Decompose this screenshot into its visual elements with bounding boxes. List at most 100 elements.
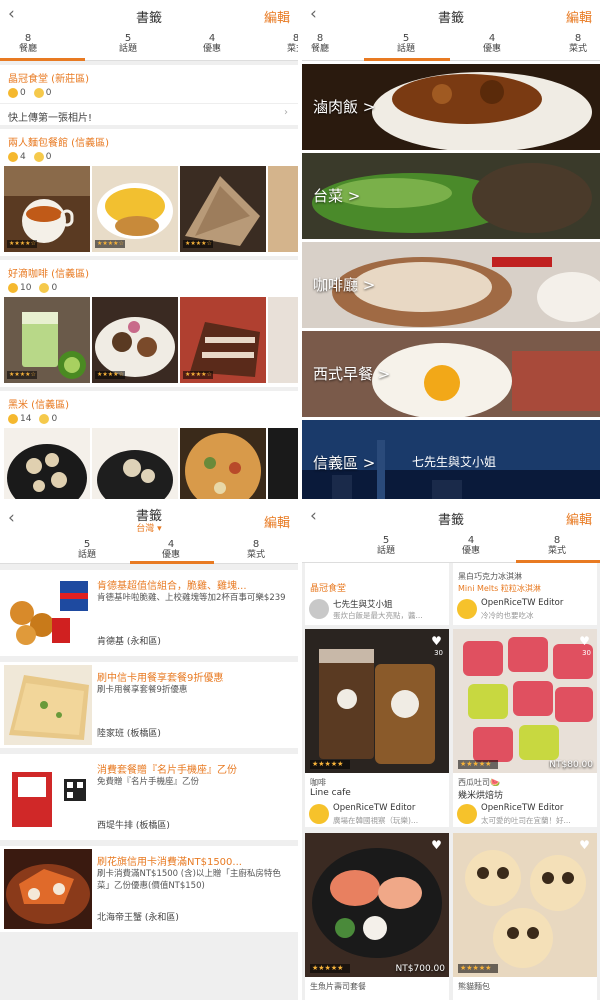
dish-card[interactable]: ♥ 30 ★★★★★ NT$80.00 西瓜吐司🍉 幾米烘焙坊 OpenRice… <box>453 629 597 827</box>
restaurant-name[interactable]: 好滴咖啡 (信義區) <box>0 260 298 280</box>
tab-topics[interactable]: 5 話題 <box>88 33 168 55</box>
dish-photo[interactable]: ♥ 30 ★★★★★ NT$80.00 <box>453 629 597 773</box>
food-photo-sandwich[interactable]: ★★★★☆ <box>180 166 266 252</box>
dish-restaurant[interactable]: Line cafe <box>310 788 351 798</box>
food-photo-cake[interactable]: ★★★★☆ <box>180 297 266 383</box>
dish-grid: 晶冠食堂 七先生與艾小姐 蛋炊白飯是最大亮點，醬... 黑白巧克力冰淇淋 Min… <box>302 563 600 1000</box>
user-comment: 太可愛的吐司在宜蘭！好... <box>481 816 571 825</box>
restaurant-card[interactable]: 好滴咖啡 (信義區) 10 0 ★★★★☆ ★★★★☆ ★★★★☆ <box>0 260 298 387</box>
dish-photo[interactable]: ♥ ★★★★★ <box>453 833 597 977</box>
dish-name: 生魚片壽司套餐 <box>310 982 366 991</box>
deal-title: 刷花旗信用卡消費滿NT$1500... <box>97 857 242 868</box>
smile-count: 0 <box>20 88 26 98</box>
food-photo-greentea[interactable]: ★★★★☆ <box>4 297 90 383</box>
topic-label: 台菜 > <box>313 187 361 205</box>
restaurant-name[interactable]: 黑米 (信義區) <box>0 391 298 411</box>
dish-restaurant[interactable]: 幾米烘焙坊 <box>458 788 503 801</box>
dish-photo[interactable]: ♥ ★★★★★ NT$700.00 <box>305 833 449 977</box>
dish-price: NT$80.00 <box>549 760 593 770</box>
deal-shop[interactable]: 西堤牛排 (板橋區) <box>97 818 170 831</box>
tab-deals[interactable]: 4 優惠 <box>431 535 511 557</box>
tab-restaurants[interactable]: 8餐廳 <box>0 33 68 55</box>
dish-card[interactable]: ♥ ★★★★★ NT$700.00 生魚片壽司套餐 <box>305 833 449 1000</box>
photo-strip[interactable]: ★★★★☆ ★★★★☆ ★★★★☆ <box>0 428 298 499</box>
topic-label: 咖啡廳 > <box>313 276 376 294</box>
nav-header: ‹ 書籤 台灣 ▾ 編輯 <box>0 502 298 536</box>
deal-image <box>4 849 92 929</box>
heart-icon[interactable]: ♥ <box>578 839 591 851</box>
dish-card[interactable]: 黑白巧克力冰淇淋 Mini Melts 粒粒冰淇淋 OpenRiceTW Edi… <box>453 563 597 625</box>
dish-user: 七先生與艾小姐 蛋炊白飯是最大亮點，醬... <box>309 597 449 623</box>
heart-icon[interactable]: ♥ <box>430 839 443 851</box>
tab-topics[interactable]: 5 話題 <box>346 535 426 557</box>
food-photo-tea[interactable]: ★★★★☆ <box>4 166 90 252</box>
edit-button[interactable]: 編輯 <box>264 7 290 26</box>
upload-first-photo-row[interactable]: 快上傳第一張相片! › <box>0 103 298 125</box>
food-photo-black-rice[interactable]: ★★★★☆ <box>4 428 90 499</box>
tab-dishes[interactable]: 8菜式 <box>517 535 597 557</box>
food-photo-squid-rice[interactable]: ★★★★☆ <box>92 428 178 499</box>
topic-card-taiwanese-cuisine[interactable]: 台菜 > <box>302 153 600 239</box>
topic-card-cafe[interactable]: 咖啡廳 > <box>302 242 600 328</box>
tab-restaurants[interactable]: 8餐廳 <box>302 33 360 55</box>
deal-shop[interactable]: 北海帝王蟹 (永和區) <box>97 910 179 923</box>
deal-title: 消費套餐贈『名片手機座』乙份 <box>97 765 237 776</box>
deal-card[interactable]: 刷中信卡用餐享套餐9折優惠 刷卡用餐享套餐9折優惠 陸家班 (板橋區) <box>0 662 298 748</box>
active-tab-indicator <box>364 58 450 61</box>
edit-button[interactable]: 編輯 <box>264 512 290 531</box>
deal-shop[interactable]: 肯德基 (永和區) <box>97 634 161 647</box>
dish-card[interactable]: ♥ ★★★★★ 熊貓麵包 <box>453 833 597 1000</box>
smile-count: 4 <box>20 152 26 162</box>
edit-button[interactable]: 編輯 <box>566 509 592 528</box>
food-photo-pizza[interactable]: ★★★★☆ <box>180 428 266 499</box>
restaurant-name[interactable]: 晶冠食堂 (新莊區) <box>0 65 298 85</box>
deal-card[interactable]: 消費套餐贈『名片手機座』乙份 免費贈『名片手機座』乙份 西堤牛排 (板橋區) <box>0 754 298 840</box>
tab-deals[interactable]: 4 優惠 <box>452 33 532 55</box>
dish-name: 西瓜吐司🍉 <box>458 778 500 787</box>
restaurant-card[interactable]: 晶冠食堂 (新莊區) 0 0 快上傳第一張相片! › <box>0 65 298 125</box>
tab-topics[interactable]: 5 話題 <box>47 539 127 561</box>
dish-restaurant[interactable]: 晶冠食堂 <box>310 581 346 594</box>
food-photo-partial[interactable] <box>268 166 298 252</box>
tab-restaurants[interactable]: 8餐廳 <box>302 535 308 557</box>
tab-dishes[interactable]: 8菜式 <box>256 33 298 55</box>
user-name: OpenRiceTW Editor <box>333 803 416 813</box>
tab-restaurants[interactable]: 8餐廳 <box>0 539 4 561</box>
tab-dishes[interactable]: 8菜式 <box>216 539 296 561</box>
tab-topics[interactable]: 5 話題 <box>366 33 446 55</box>
food-photo-partial[interactable] <box>268 428 298 499</box>
topic-card-braised-pork-rice[interactable]: 滷肉飯 > <box>302 64 600 150</box>
restaurant-name[interactable]: 兩人麵包餐館 (信義區) <box>0 129 298 149</box>
food-photo-omelette[interactable]: ★★★★☆ <box>92 166 178 252</box>
region-selector[interactable]: 台灣 ▾ <box>0 521 298 534</box>
food-photo-dessert-plate[interactable]: ★★★★☆ <box>92 297 178 383</box>
edit-button[interactable]: 編輯 <box>566 7 592 26</box>
food-photo-partial[interactable] <box>268 297 298 383</box>
restaurants-screen: ‹ 書籤 編輯 8餐廳 5話題 4優惠 8菜式 晶冠食堂 (新莊區) 0 0 快… <box>0 0 298 499</box>
tab-count: 4 <box>208 33 216 44</box>
heart-icon[interactable]: ♥ <box>430 635 443 647</box>
dish-restaurant[interactable]: Mini Melts 粒粒冰淇淋 <box>458 583 541 594</box>
deal-shop[interactable]: 陸家班 (板橋區) <box>97 726 161 739</box>
deal-card[interactable]: 刷花旗信用卡消費滿NT$1500... 刷卡消費滿NT$1500 (含)以上贈「… <box>0 846 298 932</box>
photo-rating: ★★★★☆ <box>95 371 125 379</box>
heart-icon[interactable]: ♥ <box>578 635 591 647</box>
tab-dishes[interactable]: 8菜式 <box>538 33 600 55</box>
dish-rating: ★★★★★ <box>310 760 350 769</box>
tab-deals[interactable]: 4 優惠 <box>172 33 252 55</box>
smile-face-icon <box>8 283 18 293</box>
dish-photo[interactable]: ♥ 30 ★★★★★ <box>305 629 449 773</box>
deal-card[interactable]: 肯德基超值信組合，脆雞、雞塊... 肯德基咔啦脆雞、上校雞塊等加2杯百事可樂$2… <box>0 570 298 656</box>
restaurant-card[interactable]: 兩人麵包餐館 (信義區) 4 0 ★★★★☆ ★★★★☆ ★★★★☆ <box>0 129 298 256</box>
photo-strip[interactable]: ★★★★☆ ★★★★☆ ★★★★☆ <box>0 297 298 387</box>
dish-card[interactable]: 晶冠食堂 七先生與艾小姐 蛋炊白飯是最大亮點，醬... <box>305 563 449 625</box>
restaurant-card[interactable]: 黑米 (信義區) 14 0 ★★★★☆ ★★★★☆ ★★★★☆ <box>0 391 298 499</box>
dish-card[interactable]: ♥ 30 ★★★★★ 咖啡 Line cafe OpenRiceTW Edito… <box>305 629 449 827</box>
sad-count: 0 <box>45 152 52 162</box>
tab-deals[interactable]: 4 優惠 <box>131 539 211 561</box>
topic-card-xinyi-district[interactable]: 信義區 > 七先生與艾小姐 <box>302 420 600 499</box>
tab-count: 8 <box>252 539 260 550</box>
photo-strip[interactable]: ★★★★☆ ★★★★☆ ★★★★☆ <box>0 166 298 256</box>
topic-card-western-breakfast[interactable]: 西式早餐 > <box>302 331 600 417</box>
deal-description: 免費贈『名片手機座』乙份 <box>97 777 200 787</box>
